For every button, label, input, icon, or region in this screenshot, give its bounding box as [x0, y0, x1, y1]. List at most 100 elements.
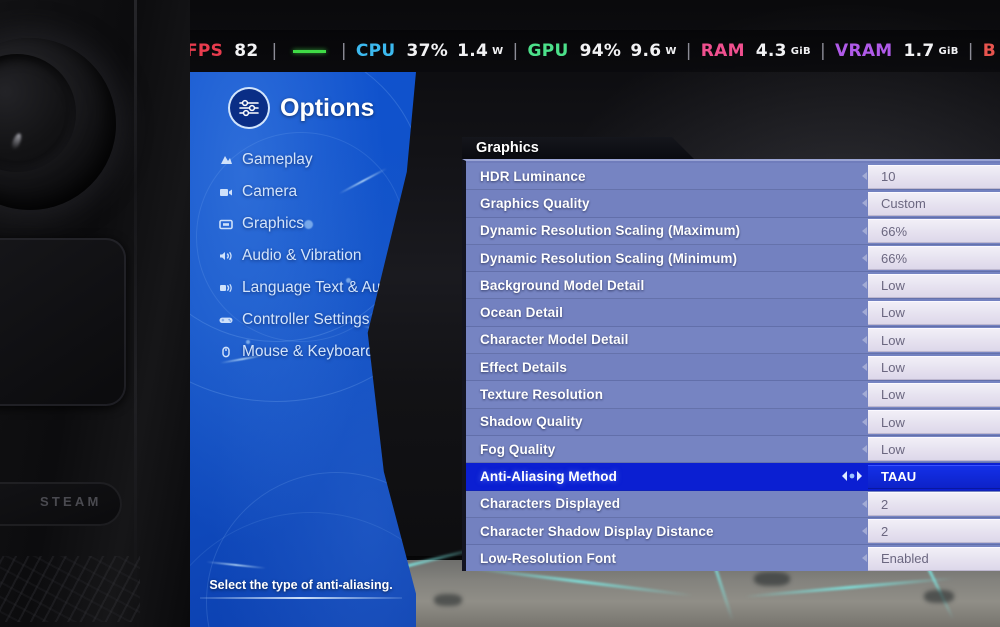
- settings-row-value-field[interactable]: Low: [868, 273, 1000, 298]
- cpu-percent: 37%: [406, 41, 449, 61]
- graphics-icon: [218, 218, 233, 231]
- analog-stick-cap[interactable]: [0, 54, 76, 172]
- sidebar-item-label: Camera: [242, 183, 298, 200]
- settings-row-value-field[interactable]: Low: [868, 355, 1000, 380]
- settings-row-value: TAAU: [881, 469, 917, 485]
- sidebar-item-gameplay[interactable]: Gameplay: [218, 144, 414, 176]
- settings-row[interactable]: HDR Luminance 10: [466, 163, 1000, 191]
- value-marker-icon: [862, 526, 867, 535]
- settings-row-value-field[interactable]: Low: [868, 328, 1000, 353]
- left-right-selector-icon[interactable]: [840, 469, 864, 483]
- camera-icon: [218, 186, 233, 199]
- ram-value: 4.3: [755, 41, 787, 61]
- gpu-power: 9.6: [630, 41, 662, 61]
- fps-value: 82: [234, 41, 259, 61]
- panel-tab-graphics[interactable]: Graphics: [462, 137, 694, 159]
- options-header: Options: [230, 89, 374, 127]
- settings-row[interactable]: Ocean Detail Low: [466, 299, 1000, 327]
- settings-row-value-field[interactable]: 2: [868, 492, 1000, 517]
- settings-row-value-field[interactable]: Low: [868, 437, 1000, 462]
- sidebar-item-camera[interactable]: Camera: [218, 176, 414, 208]
- settings-row-value: 2: [881, 523, 889, 539]
- overlay-separator-1: |: [271, 41, 278, 61]
- hint-divider: [200, 597, 402, 599]
- settings-row-value-field[interactable]: Low: [868, 300, 1000, 325]
- settings-row-label: Fog Quality: [480, 441, 556, 457]
- settings-row[interactable]: Dynamic Resolution Scaling (Maximum) 66%: [466, 217, 1000, 245]
- settings-row[interactable]: Low-Resolution Font Enabled: [466, 545, 1000, 571]
- page-title: Options: [280, 93, 375, 122]
- value-marker-icon: [862, 554, 867, 563]
- overlay-separator-5: |: [819, 41, 826, 61]
- settings-row-value: Low: [881, 360, 905, 376]
- cpu-label: CPU: [355, 41, 396, 61]
- settings-row[interactable]: Character Shadow Display Distance 2: [466, 517, 1000, 546]
- cpu-power-unit: W: [492, 45, 504, 57]
- settings-row-label: Background Model Detail: [480, 277, 645, 293]
- settings-row-value: 66%: [881, 223, 908, 239]
- value-marker-icon: [862, 253, 867, 262]
- settings-row-value-field[interactable]: 66%: [868, 219, 1000, 244]
- overlay-separator-2: |: [340, 41, 347, 61]
- settings-row[interactable]: Graphics Quality Custom: [466, 190, 1000, 218]
- value-marker-icon: [862, 335, 867, 344]
- hint-text: Select the type of anti-aliasing.: [209, 578, 393, 592]
- settings-row[interactable]: Shadow Quality Low: [466, 408, 1000, 436]
- settings-row[interactable]: Texture Resolution Low: [466, 381, 1000, 409]
- settings-row-label: Dynamic Resolution Scaling (Minimum): [480, 250, 738, 266]
- sidebar-item-graphics[interactable]: Graphics: [218, 208, 414, 240]
- settings-panel: Graphics HDR Luminance 10 Graphics Quality…: [462, 137, 1000, 571]
- settings-row-value-field[interactable]: Low: [868, 410, 1000, 435]
- settings-row-label: Texture Resolution: [480, 387, 604, 403]
- settings-row[interactable]: Fog Quality Low: [466, 435, 1000, 464]
- sidebar-item-label: Graphics: [242, 215, 305, 232]
- settings-row-value: Low: [881, 332, 905, 348]
- ram-unit: GiB: [790, 45, 811, 57]
- sidebar-item-label: Controller Settings: [242, 311, 370, 328]
- settings-row[interactable]: Dynamic Resolution Scaling (Minimum) 66%: [466, 244, 1000, 273]
- gpu-power-unit: W: [665, 45, 677, 57]
- value-marker-icon: [862, 444, 867, 453]
- settings-row-label: Graphics Quality: [480, 195, 590, 211]
- settings-row[interactable]: Characters Displayed 2: [466, 490, 1000, 518]
- steam-deck-bezel: STEAM: [0, 0, 190, 627]
- value-marker-icon: [862, 499, 867, 508]
- value-marker-icon: [862, 281, 867, 290]
- settings-row-list: HDR Luminance 10 Graphics Quality Custom Dyn…: [462, 159, 1000, 571]
- settings-row-value-field[interactable]: 10: [868, 164, 1000, 189]
- value-marker-icon: [862, 390, 867, 399]
- settings-row[interactable]: Character Model Detail Low: [466, 326, 1000, 355]
- overlay-separator-4: |: [685, 41, 692, 61]
- settings-row-value-field[interactable]: 2: [868, 519, 1000, 544]
- settings-row[interactable]: Effect Details Low: [466, 354, 1000, 382]
- battery-label: B: [982, 41, 996, 61]
- steam-button-label: STEAM: [40, 494, 102, 509]
- settings-row-value-field[interactable]: Custom: [868, 191, 1000, 216]
- performance-overlay-bar: FPS 82 | | CPU 37% 1.4 W | GPU 94% 9.6 W |…: [134, 30, 1000, 72]
- settings-row-label: Ocean Detail: [480, 305, 563, 321]
- screenshot-root: FPS 82 | | CPU 37% 1.4 W | GPU 94% 9.6 W |…: [0, 0, 1000, 627]
- settings-row-value-field[interactable]: 66%: [868, 246, 1000, 271]
- settings-row-value: 10: [881, 169, 896, 184]
- settings-row-value: 66%: [881, 250, 908, 266]
- language-icon: [218, 282, 233, 295]
- settings-row-value-field[interactable]: Enabled: [868, 546, 1000, 571]
- settings-row[interactable]: Background Model Detail Low: [466, 272, 1000, 300]
- settings-row-value-field[interactable]: TAAU: [868, 464, 1000, 489]
- trackpad[interactable]: [0, 238, 126, 406]
- value-marker-icon: [862, 363, 867, 372]
- analog-stick[interactable]: [0, 38, 116, 210]
- gpu-percent: 94%: [579, 41, 622, 61]
- bezel-edge: [134, 0, 137, 627]
- options-sliders-icon: [230, 89, 268, 127]
- sidebar-item-label: Audio & Vibration: [242, 247, 362, 264]
- value-marker-icon: [862, 308, 867, 317]
- sidebar-item-label: Gameplay: [242, 151, 313, 168]
- fps-graph-icon: [292, 49, 326, 53]
- settings-row[interactable]: Anti-Aliasing Method TAAU: [466, 463, 1000, 491]
- gpu-label: GPU: [527, 41, 569, 61]
- settings-row-label: Dynamic Resolution Scaling (Maximum): [480, 223, 741, 239]
- settings-row-value: Low: [881, 414, 905, 430]
- settings-row-value-field[interactable]: Low: [868, 382, 1000, 407]
- settings-row-label: Shadow Quality: [480, 414, 583, 430]
